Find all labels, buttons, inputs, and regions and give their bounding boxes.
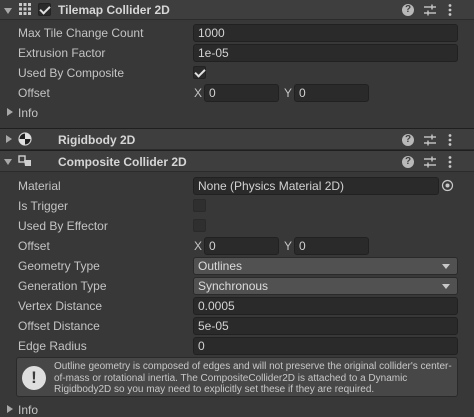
help-icon[interactable]: ? xyxy=(402,156,414,168)
generation-type-value: Synchronous xyxy=(198,279,269,293)
info-icon: ! xyxy=(22,366,46,390)
tilemap-info-foldout[interactable]: Info xyxy=(18,106,38,120)
component-title: Tilemap Collider 2D xyxy=(58,3,170,17)
composite-offset-label: Offset xyxy=(18,239,50,253)
geometry-type-label: Geometry Type xyxy=(18,259,100,273)
rigidbody-header[interactable]: Rigidbody 2D ? xyxy=(0,128,474,150)
used-by-effector-checkbox[interactable] xyxy=(193,219,206,232)
chevron-down-icon xyxy=(442,284,450,289)
component-title: Composite Collider 2D xyxy=(58,155,187,169)
generation-type-dropdown[interactable]: Synchronous xyxy=(193,277,458,295)
composite-offset-x-field[interactable]: 0 xyxy=(204,237,279,255)
geometry-type-value: Outlines xyxy=(198,259,243,273)
used-by-composite-checkbox[interactable] xyxy=(193,66,206,79)
material-object-field[interactable]: None (Physics Material 2D) xyxy=(193,177,439,195)
material-label: Material xyxy=(18,179,61,193)
info-foldout-icon[interactable] xyxy=(7,405,13,413)
edge-radius-label: Edge Radius xyxy=(18,339,87,353)
sliders-icon[interactable] xyxy=(423,133,437,147)
edge-radius-field[interactable]: 0 xyxy=(193,337,458,355)
help-icon[interactable]: ? xyxy=(402,4,414,16)
composite-info-foldout[interactable]: Info xyxy=(18,403,38,417)
offset-x-label: X xyxy=(194,239,203,253)
grid-icon xyxy=(19,3,31,15)
foldout-arrow-icon[interactable] xyxy=(6,135,12,143)
kebab-menu-icon[interactable] xyxy=(443,3,457,17)
composite-offset-y-field[interactable]: 0 xyxy=(294,237,369,255)
offset-distance-label: Offset Distance xyxy=(18,319,100,333)
tilemap-collider-header[interactable]: Tilemap Collider 2D ? xyxy=(0,0,474,20)
vertex-distance-label: Vertex Distance xyxy=(18,299,103,313)
generation-type-label: Generation Type xyxy=(18,279,107,293)
rigidbody-icon xyxy=(18,132,32,146)
extrusion-factor-field[interactable]: 1e-05 xyxy=(193,44,458,62)
sliders-icon[interactable] xyxy=(423,3,437,17)
tilemap-offset-label: Offset xyxy=(18,86,50,100)
sliders-icon[interactable] xyxy=(423,155,437,169)
composite-collider-icon xyxy=(18,155,31,166)
help-icon[interactable]: ? xyxy=(402,134,414,146)
is-trigger-label: Is Trigger xyxy=(18,199,69,213)
composite-collider-header[interactable]: Composite Collider 2D ? xyxy=(0,150,474,172)
geometry-type-dropdown[interactable]: Outlines xyxy=(193,257,458,275)
offset-x-label: X xyxy=(194,86,203,100)
vertex-distance-field[interactable]: 0.0005 xyxy=(193,297,458,315)
is-trigger-checkbox[interactable] xyxy=(193,199,206,212)
tilemap-collider-enabled-checkbox[interactable] xyxy=(38,3,51,16)
max-tile-change-count-field[interactable]: 1000 xyxy=(193,24,458,42)
tilemap-offset-x-field[interactable]: 0 xyxy=(204,84,279,102)
help-box-text: Outline geometry is composed of edges an… xyxy=(54,361,452,395)
offset-y-label: Y xyxy=(284,239,293,253)
component-title: Rigidbody 2D xyxy=(58,133,136,147)
object-picker-icon[interactable] xyxy=(441,179,454,192)
offset-distance-field[interactable]: 5e-05 xyxy=(193,317,458,335)
help-box: ! Outline geometry is composed of edges … xyxy=(16,357,458,397)
foldout-arrow-icon[interactable] xyxy=(4,159,12,165)
tilemap-offset-y-field[interactable]: 0 xyxy=(294,84,369,102)
kebab-menu-icon[interactable] xyxy=(443,155,457,169)
info-foldout-icon[interactable] xyxy=(7,108,13,116)
max-tile-change-count-label: Max Tile Change Count xyxy=(18,26,144,40)
offset-y-label: Y xyxy=(284,86,293,100)
extrusion-factor-label: Extrusion Factor xyxy=(18,46,106,60)
used-by-effector-label: Used By Effector xyxy=(18,219,108,233)
used-by-composite-label: Used By Composite xyxy=(18,66,125,80)
kebab-menu-icon[interactable] xyxy=(443,133,457,147)
chevron-down-icon xyxy=(442,264,450,269)
foldout-arrow-icon[interactable] xyxy=(4,8,12,14)
